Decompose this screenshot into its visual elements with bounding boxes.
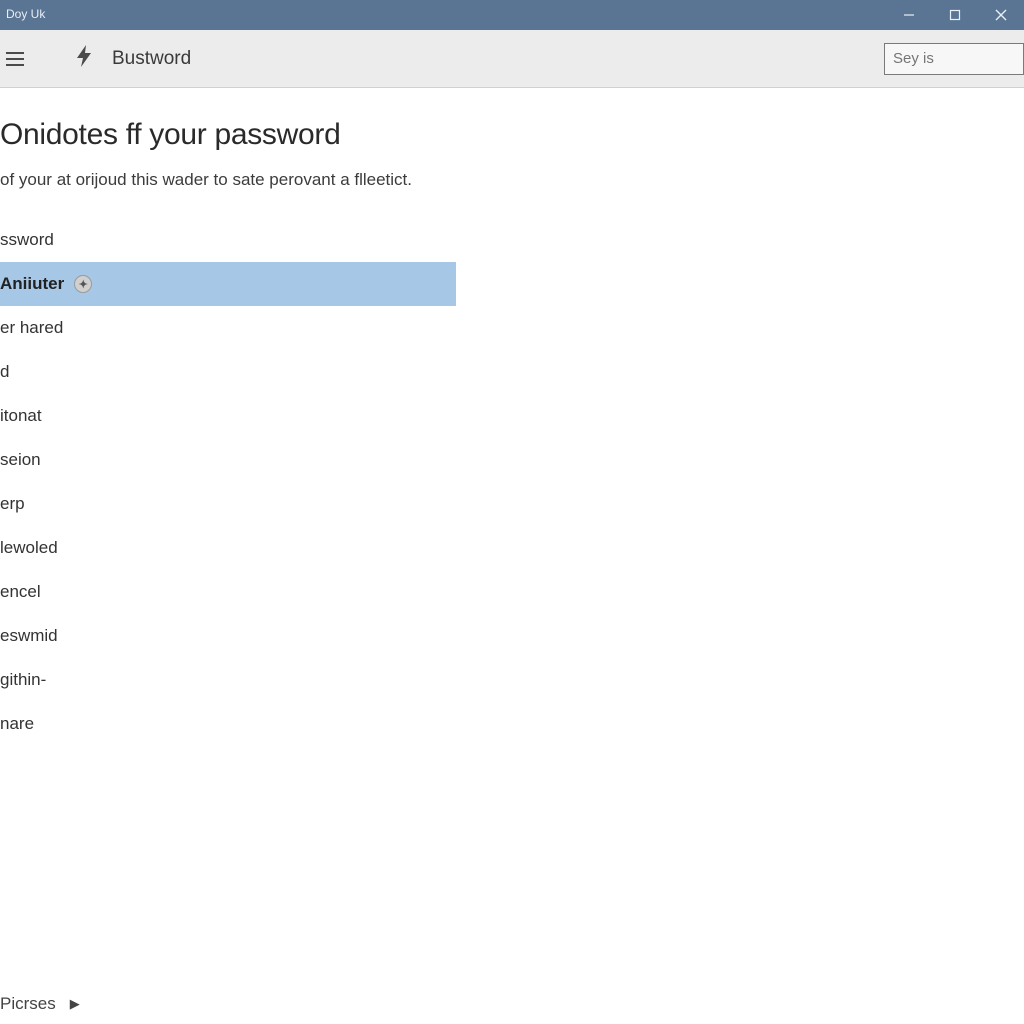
option-label: itonat [0, 406, 42, 426]
window-title: Doy Uk [6, 7, 45, 23]
page-title: Onidotes ff your password [0, 118, 1024, 152]
close-button[interactable] [978, 0, 1024, 30]
option-10[interactable]: githin- [0, 658, 456, 702]
option-label: Aniiuter [0, 274, 64, 294]
option-9[interactable]: eswmid [0, 614, 456, 658]
option-8[interactable]: encel [0, 570, 456, 614]
lightning-icon[interactable] [74, 44, 94, 73]
menu-icon[interactable] [6, 47, 30, 71]
option-label: githin- [0, 670, 46, 690]
minimize-button[interactable] [886, 0, 932, 30]
breadcrumb[interactable]: Bustword [112, 48, 191, 70]
option-2[interactable]: er hared [0, 306, 456, 350]
option-label: erp [0, 494, 25, 514]
option-1[interactable]: Aniiuter ✦ [0, 262, 456, 306]
option-label: encel [0, 582, 41, 602]
option-label: eswmid [0, 626, 58, 646]
option-7[interactable]: lewoled [0, 526, 456, 570]
option-label: seion [0, 450, 41, 470]
footer-nav[interactable]: Picrses ▶ [0, 994, 80, 1014]
window-controls [886, 0, 1024, 30]
option-5[interactable]: seion [0, 438, 456, 482]
page-subtitle: of your at orijoud this wader to sate pe… [0, 170, 1024, 190]
titlebar: Doy Uk [0, 0, 1024, 30]
chevron-right-icon: ▶ [70, 996, 80, 1012]
option-0[interactable]: ssword [0, 218, 456, 262]
option-3[interactable]: d [0, 350, 456, 394]
maximize-button[interactable] [932, 0, 978, 30]
search-input[interactable] [893, 50, 1024, 67]
option-list: ssword Aniiuter ✦ er hared d itonat seion erp le… [0, 218, 1024, 746]
content-area: Onidotes ff your password of your at ori… [0, 88, 1024, 1024]
option-label: ssword [0, 230, 54, 250]
option-label: nare [0, 714, 34, 734]
option-11[interactable]: nare [0, 702, 456, 746]
toolbar: Bustword [0, 30, 1024, 88]
footer-label: Picrses [0, 994, 56, 1014]
search-box[interactable] [884, 43, 1024, 75]
option-6[interactable]: erp [0, 482, 456, 526]
option-label: lewoled [0, 538, 58, 558]
option-label: er hared [0, 318, 63, 338]
option-4[interactable]: itonat [0, 394, 456, 438]
shield-icon: ✦ [74, 275, 92, 293]
option-label: d [0, 362, 9, 382]
